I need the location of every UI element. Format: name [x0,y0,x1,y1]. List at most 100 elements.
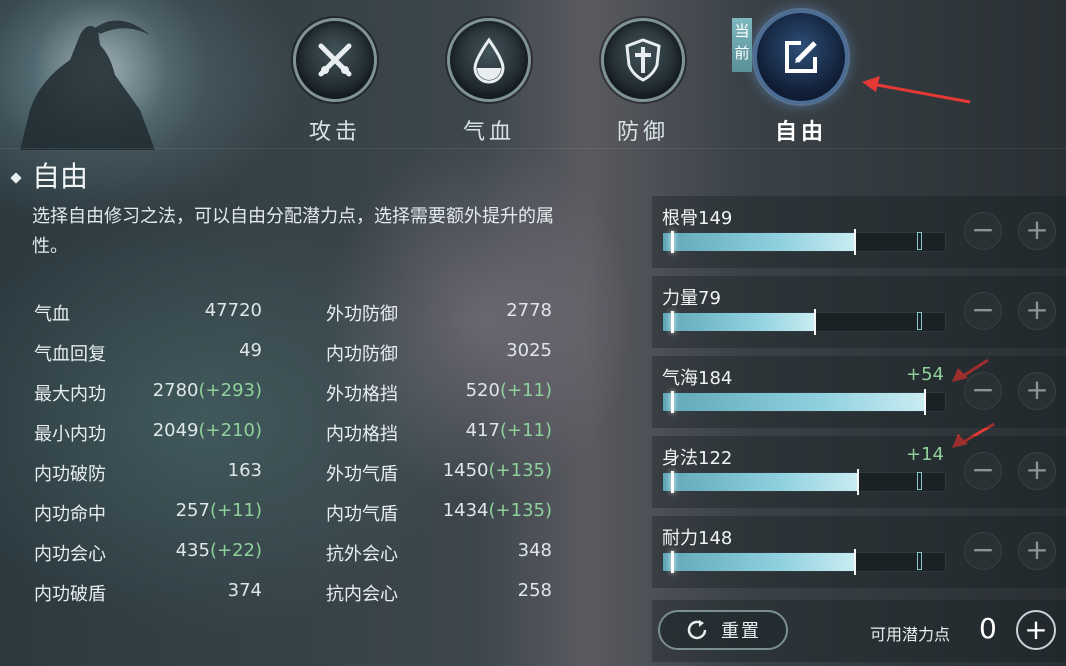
attribute-progress-bar [662,309,946,335]
stat-value: 163 [227,460,262,481]
stat-name: 内功防御 [326,344,398,365]
decrease-button[interactable]: − [964,452,1002,490]
progress-end-marker [853,549,856,575]
attribute-row: 根骨149 − + [652,196,1066,268]
increase-button[interactable]: + [1018,372,1056,410]
tab-attack-label: 攻击 [308,120,361,145]
decrease-button[interactable]: − [964,532,1002,570]
progress-start-marker [671,391,674,413]
tab-free[interactable]: 自由 [746,10,856,146]
red-arrow-icon [862,76,971,104]
stat-value: 257 [175,500,210,521]
increase-button[interactable]: + [1018,532,1056,570]
attribute-progress-bar [662,229,946,255]
stat-name: 内功破防 [34,464,106,485]
stat-value-group: 258 [518,580,552,601]
stat-row: 内功防御 3025 [326,340,552,366]
stat-bonus: (+135) [488,460,552,481]
stat-name: 外功防御 [326,304,398,325]
decrease-button[interactable]: − [964,212,1002,250]
tab-defense[interactable]: 防御 [588,18,698,146]
progress-fill [663,233,855,251]
bottom-bar: 重置 可用潜力点 0 + [652,600,1066,662]
stat-row: 最大内功 2780(+293) [34,380,262,406]
reset-button[interactable]: 重置 [658,610,788,650]
stat-value: 520 [465,380,500,401]
stat-value: 1434 [442,500,489,521]
stat-value-group: 435(+22) [176,540,262,561]
stat-value-group: 49 [239,340,262,361]
stat-name: 外功格挡 [326,384,398,405]
attribute-row: 气海184 +54− + [652,356,1066,428]
attribute-label: 气海184 [662,368,733,389]
progress-cap-marker [917,232,922,250]
attribute-bonus: +54 [906,364,944,385]
section-title-text: 自由 [32,160,89,193]
blood-drop-icon [447,18,531,102]
progress-start-marker [671,311,674,333]
stat-value: 3025 [506,340,552,361]
stat-row: 内功会心 435(+22) [34,540,262,566]
stat-bonus: (+11) [499,380,552,401]
stat-value: 1450 [442,460,489,481]
header-divider [0,148,1066,149]
stat-row: 内功格挡 417(+11) [326,420,552,446]
progress-fill [663,473,858,491]
increase-button[interactable]: + [1018,292,1056,330]
tab-attack[interactable]: 攻击 [280,18,390,146]
stat-bonus: (+11) [499,420,552,441]
stat-name: 内功会心 [34,544,106,565]
section-description: 选择自由修习之法，可以自由分配潜力点，选择需要额外提升的属性。 [32,206,554,257]
increase-button[interactable]: + [1018,212,1056,250]
stat-row: 内功破盾 374 [34,580,262,606]
stat-value-group: 257(+11) [176,500,262,521]
stat-row: 内功命中 257(+11) [34,500,262,526]
stat-value: 258 [517,580,552,601]
tab-health[interactable]: 气血 [434,18,544,146]
stat-value: 49 [239,340,262,361]
increase-button[interactable]: + [1018,452,1056,490]
stat-value-group: 3025 [506,340,552,361]
tab-free-label: 自由 [774,120,827,145]
progress-end-marker [856,469,859,495]
stat-name: 抗内会心 [326,584,398,605]
stat-value-group: 47720 [205,300,262,321]
stat-name: 抗外会心 [326,544,398,565]
decrease-button[interactable]: − [964,372,1002,410]
attribute-row: 力量79 − + [652,276,1066,348]
stat-name: 内功气盾 [326,504,398,525]
stat-value-group: 374 [228,580,262,601]
stat-row: 气血回复 49 [34,340,262,366]
edit-icon [754,10,848,104]
stat-value-group: 520(+11) [466,380,552,401]
stat-bonus: (+11) [209,500,262,521]
stat-value: 47720 [204,300,262,321]
stat-value: 417 [465,420,500,441]
stat-value-group: 2778 [506,300,552,321]
progress-end-marker [853,229,856,255]
decrease-button[interactable]: − [964,292,1002,330]
stat-name: 外功气盾 [326,464,398,485]
stat-name: 最大内功 [34,384,106,405]
attribute-label: 力量79 [662,288,721,309]
refresh-icon [687,620,707,640]
stat-value: 374 [227,580,262,601]
add-points-button[interactable]: + [1016,610,1056,650]
stat-name: 最小内功 [34,424,106,445]
progress-fill [663,553,855,571]
stat-value-group: 348 [518,540,552,561]
attribute-progress-bar [662,469,946,495]
stat-value: 348 [517,540,552,561]
available-points-label: 可用潜力点 [870,625,951,644]
stat-row: 外功格挡 520(+11) [326,380,552,406]
attribute-row: 身法122 +14− + [652,436,1066,508]
shield-icon [601,18,685,102]
progress-start-marker [671,471,674,493]
attribute-row: 耐力148 − + [652,516,1066,588]
stat-row: 抗内会心 258 [326,580,552,606]
progress-cap-marker [917,312,922,330]
stat-row: 外功气盾 1450(+135) [326,460,552,486]
stat-row: 外功防御 2778 [326,300,552,326]
stat-value: 435 [175,540,210,561]
section-title: 自由 [10,155,89,195]
